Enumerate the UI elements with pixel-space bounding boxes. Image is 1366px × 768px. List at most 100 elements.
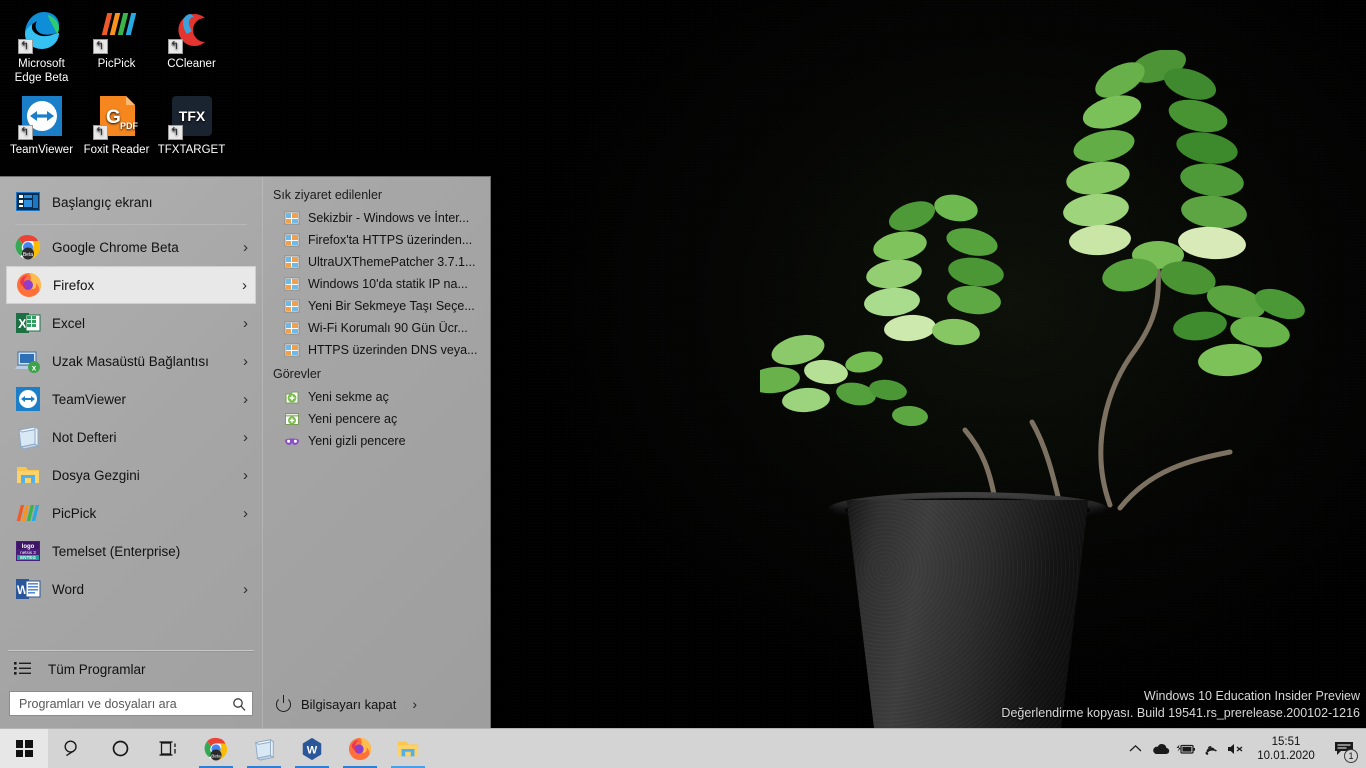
tray-network-button[interactable]: [1198, 729, 1223, 768]
jumplist-item-label: Yeni Bir Sekmeye Taşı Seçe...: [308, 299, 475, 313]
action-center-button[interactable]: 1: [1326, 729, 1362, 768]
start-screen-icon: [15, 189, 41, 215]
jumplist-item[interactable]: Sekizbir - Windows ve İnter...: [262, 207, 490, 229]
jumplist-task-private-window[interactable]: Yeni gizli pencere: [262, 430, 490, 452]
chevron-right-icon[interactable]: ›: [243, 240, 248, 255]
jumplist-item[interactable]: UltraUXThemePatcher 3.7.1...: [262, 251, 490, 273]
website-icon: [284, 210, 300, 226]
jumplist-item-label: Firefox'ta HTTPS üzerinden...: [308, 233, 473, 247]
website-icon: [284, 298, 300, 314]
task-view-icon: [158, 739, 179, 758]
chevron-right-icon[interactable]: ›: [412, 696, 417, 712]
tray-overflow-button[interactable]: [1123, 729, 1148, 768]
chevron-right-icon[interactable]: ›: [243, 392, 248, 407]
all-programs-button[interactable]: Tüm Programlar: [0, 651, 262, 687]
teamviewer-icon: [15, 386, 41, 412]
new-window-icon: [284, 411, 300, 427]
start-button[interactable]: [0, 728, 48, 768]
svg-text:Beta: Beta: [211, 753, 221, 758]
jumplist-item[interactable]: HTTPS üzerinden DNS veya...: [262, 339, 490, 361]
tray-onedrive-button[interactable]: [1148, 729, 1173, 768]
taskbar-clock[interactable]: 15:51 10.01.2020: [1248, 735, 1326, 763]
start-item-not-defteri[interactable]: Not Defteri ›: [6, 418, 256, 456]
taskbar-app-notepad[interactable]: [240, 729, 288, 768]
watermark-line-1: Windows 10 Education Insider Preview: [1143, 689, 1360, 703]
logo-enteg-icon: logo netsis 3 ENTEG: [15, 538, 41, 564]
start-item-dosya-gezgini[interactable]: Dosya Gezgini ›: [6, 456, 256, 494]
jumplist-item[interactable]: Yeni Bir Sekmeye Taşı Seçe...: [262, 295, 490, 317]
jumplist-task-label: Yeni sekme aç: [308, 390, 389, 404]
jumplist-task-new-window[interactable]: Yeni pencere aç: [262, 408, 490, 430]
taskbar-cortana-button[interactable]: [96, 729, 144, 768]
jumplist-item[interactable]: Firefox'ta HTTPS üzerinden...: [262, 229, 490, 251]
start-menu[interactable]: Başlangıç ekranı Beta Google Chrome Beta…: [0, 176, 491, 728]
start-menu-jumplist-panel: Sık ziyaret edilenler Sekizbir - Windows…: [262, 177, 490, 728]
jumplist-item[interactable]: Windows 10'da statik IP na...: [262, 273, 490, 295]
onedrive-icon: [1151, 742, 1170, 756]
desktop-icon-ccleaner[interactable]: CCleaner: [154, 6, 229, 71]
wifi-icon: [1202, 742, 1219, 756]
watermark-line-2: Değerlendirme kopyası. Build 19541.rs_pr…: [1001, 706, 1360, 720]
battery-icon: [1175, 742, 1196, 756]
jumplist-tasks-header: Görevler: [273, 367, 321, 381]
start-item-uzak-masaustu-baglantisi[interactable]: x Uzak Masaüstü Bağlantısı ›: [6, 342, 256, 380]
start-item-word[interactable]: W Word ›: [6, 570, 256, 608]
chevron-right-icon[interactable]: ›: [242, 278, 247, 293]
cortana-icon: [111, 739, 130, 758]
start-item-label: Temelset (Enterprise): [52, 543, 181, 559]
svg-text:Beta: Beta: [23, 252, 34, 258]
desktop-icon-label: TFXTARGET: [157, 144, 226, 156]
chevron-right-icon[interactable]: ›: [243, 430, 248, 445]
start-item-firefox[interactable]: Firefox ›: [6, 266, 256, 304]
svg-text:W: W: [307, 744, 318, 756]
chevron-right-icon[interactable]: ›: [243, 582, 248, 597]
start-search-box[interactable]: [9, 691, 253, 716]
chevron-right-icon[interactable]: ›: [243, 506, 248, 521]
chevron-right-icon[interactable]: ›: [243, 354, 248, 369]
desktop-icon-microsoft-edge-beta[interactable]: Microsoft Edge Beta: [4, 6, 79, 85]
jumplist-task-label: Yeni gizli pencere: [308, 434, 406, 448]
pinned-programs-list: Başlangıç ekranı Beta Google Chrome Beta…: [0, 177, 262, 608]
clock-date: 10.01.2020: [1257, 749, 1315, 762]
taskbar-app-firefox[interactable]: [336, 729, 384, 768]
jumplist-item-label: Wi-Fi Korumalı 90 Gün Ücr...: [308, 321, 468, 335]
jumplist-task-new-tab[interactable]: Yeni sekme aç: [262, 386, 490, 408]
desktop-icon-foxit-reader[interactable]: G PDF Foxit Reader: [79, 92, 154, 157]
taskbar[interactable]: Beta W 15:51 10.01.2020 1: [0, 728, 1366, 768]
taskbar-task-view-button[interactable]: [144, 729, 192, 768]
taskbar-app-file-explorer[interactable]: [384, 729, 432, 768]
jumplist-item[interactable]: Wi-Fi Korumalı 90 Gün Ücr...: [262, 317, 490, 339]
chevron-right-icon[interactable]: ›: [243, 316, 248, 331]
tray-volume-button[interactable]: [1223, 729, 1248, 768]
start-item-teamviewer[interactable]: TeamViewer ›: [6, 380, 256, 418]
volume-muted-icon: [1226, 742, 1246, 756]
taskbar-app-word[interactable]: W: [288, 729, 336, 768]
desktop-icon-picpick[interactable]: PicPick: [79, 6, 154, 71]
desktop-icon-label: Microsoft Edge Beta: [14, 58, 69, 84]
start-item-temelset-enterprise[interactable]: logo netsis 3 ENTEG Temelset (Enterprise…: [6, 532, 256, 570]
system-tray: 15:51 10.01.2020 1: [1123, 729, 1366, 768]
desktop-icon-tfxtarget[interactable]: TFX TFXTARGET: [154, 92, 229, 157]
search-icon[interactable]: [232, 697, 246, 711]
start-item-baslangic-ekrani[interactable]: Başlangıç ekranı: [6, 183, 256, 221]
shortcut-overlay-icon: [167, 39, 183, 54]
desktop-icon-teamviewer[interactable]: TeamViewer: [4, 92, 79, 157]
tray-battery-button[interactable]: [1173, 729, 1198, 768]
shutdown-button[interactable]: Bilgisayarı kapat ›: [276, 694, 417, 712]
picpick-icon: [15, 500, 41, 526]
start-item-label: Google Chrome Beta: [52, 239, 179, 255]
action-center-badge: 1: [1344, 748, 1358, 763]
start-item-label: Excel: [52, 315, 86, 331]
taskbar-app-chrome-beta[interactable]: Beta: [192, 729, 240, 768]
start-item-picpick[interactable]: PicPick ›: [6, 494, 256, 532]
search-input[interactable]: [19, 696, 232, 711]
list-icon: [14, 661, 32, 677]
taskbar-search-button[interactable]: [48, 729, 96, 768]
start-item-label: Word: [52, 581, 85, 597]
chevron-right-icon[interactable]: ›: [243, 468, 248, 483]
shutdown-label: Bilgisayarı kapat: [301, 696, 397, 712]
start-item-excel[interactable]: X Excel ›: [6, 304, 256, 342]
chevron-up-icon: [1129, 744, 1142, 753]
start-item-label: PicPick: [52, 505, 97, 521]
start-item-google-chrome-beta[interactable]: Beta Google Chrome Beta ›: [6, 228, 256, 266]
